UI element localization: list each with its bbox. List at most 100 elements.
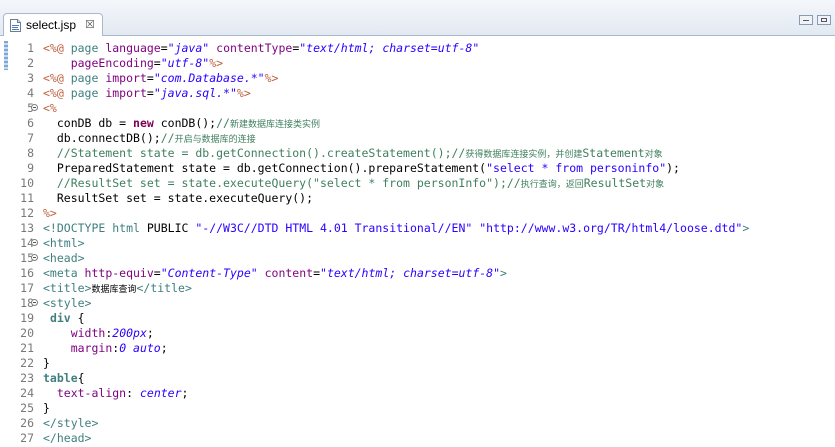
code-token: <style> [43,296,92,310]
code-token: } [43,401,50,415]
code-token: new [133,116,154,130]
line-number: 25 [20,401,34,415]
line-number: 12 [20,206,34,220]
line-number: 6 [27,116,34,130]
code-token: page [70,41,106,55]
code-token: %> [209,56,224,70]
code-line[interactable]: 17 <title>数据库查询</title> [0,281,835,296]
code-token: </title> [136,281,192,295]
code-token: language [105,41,161,55]
code-token: // [216,116,230,130]
code-token: <html> [43,236,85,250]
code-text: %> [43,206,57,221]
code-line[interactable]: 14 <html> [0,236,835,251]
line-number: 26 [20,416,34,430]
jsp-file-icon [10,18,21,32]
code-token: </style> [43,416,99,430]
code-token: import [105,71,147,85]
code-token: //Statement state = db.getConnection().c… [43,146,466,160]
code-token: conDB db = [43,116,134,130]
code-line[interactable]: 11 ResultSet set = state.executeQuery(); [0,191,835,206]
code-text: width:200px; [43,326,154,341]
code-line[interactable]: 25} [0,401,835,416]
code-line[interactable]: 6 conDB db = new conDB();//新建数据库连接类实例 [0,116,835,131]
code-token: 获得数据库连接实例，并创建 [465,150,583,160]
code-token: page [70,71,106,85]
fold-collapse-icon[interactable] [31,104,38,111]
fold-collapse-icon[interactable] [31,239,38,246]
code-line[interactable]: 27 </head> [0,431,835,446]
line-number: 11 [20,191,34,205]
code-token: table [43,371,78,385]
fold-collapse-icon[interactable] [31,299,38,306]
code-token: "-//W3C//DTD HTML 4.01 Transitional//EN" [195,221,473,235]
code-token: width [70,326,106,340]
line-number: 24 [20,386,34,400]
code-line[interactable]: 15 <head> [0,251,835,266]
code-text: PreparedStatement state = db.getConnecti… [43,161,680,176]
code-line[interactable]: 22} [0,356,835,371]
code-line[interactable]: 24 text-align: center; [0,386,835,401]
code-token: <%@ [43,71,71,85]
code-token: <head> [43,251,85,265]
code-line[interactable]: 18 <style> [0,296,835,311]
code-token: <title> [43,281,92,295]
code-token: = [146,86,154,100]
code-line[interactable]: 20 width:200px; [0,326,835,341]
code-token: : [126,386,140,400]
minimize-icon[interactable] [799,15,813,25]
line-number: 4 [27,86,34,100]
code-line[interactable]: 4 <%@ page import="java.sql.*"%> [0,86,835,101]
code-editor[interactable]: 1 <%@ page language="java" contentType="t… [0,36,835,447]
code-line[interactable]: 10 //ResultSet set = state.executeQuery(… [0,176,835,191]
code-token: "java.sql.*" [153,86,237,100]
code-text: pageEncoding="utf-8"%> [43,56,223,71]
code-line[interactable]: 9 PreparedStatement state = db.getConnec… [0,161,835,176]
close-icon[interactable]: ☒ [85,19,95,31]
code-token: 新建数据库连接类实例 [229,120,320,130]
code-line[interactable]: 16 <meta http-equiv="Content-Type" conten… [0,266,835,281]
code-line[interactable]: 3 <%@ page import="com.Database.*"%> [0,71,835,86]
code-token: %> [264,71,279,85]
code-token: ResultSet [583,176,647,190]
code-line[interactable]: 2 pageEncoding="utf-8"%> [0,56,835,71]
code-line[interactable]: 23 table{ [0,371,835,386]
code-token: </head> [43,431,92,445]
code-token: 开启与数据库的连接 [174,135,256,145]
code-token: import [105,86,147,100]
code-text: ResultSet set = state.executeQuery(); [43,191,313,206]
code-token: %> [43,206,57,220]
code-text: <%@ page language="java" contentType="te… [43,41,479,56]
code-line[interactable]: 21 margin:0 auto; [0,341,835,356]
code-token: ResultSet set = state.executeQuery(); [43,191,314,205]
code-line[interactable]: 8 //Statement state = db.getConnection()… [0,146,835,161]
code-token: PUBLIC [146,221,196,235]
code-line[interactable]: 12 %> [0,206,835,221]
tab-select-jsp[interactable]: select.jsp ☒ [3,13,103,36]
line-number: 17 [20,281,34,295]
line-number: 7 [27,131,34,145]
maximize-icon[interactable] [817,15,831,25]
code-token: <!DOCTYPE [43,221,113,235]
code-line[interactable]: 7 db.connectDB();//开启与数据库的连接 [0,131,835,146]
code-text: <style> [43,296,91,311]
line-number: 23 [20,371,34,385]
code-token: = [153,56,161,70]
code-line[interactable]: 5<% [0,101,835,116]
line-number: 10 [20,176,34,190]
code-token: { [70,311,85,325]
code-token: > [742,221,750,235]
editor-tab-bar: select.jsp ☒ [0,0,835,36]
code-line[interactable]: 1 <%@ page language="java" contentType="t… [0,41,835,56]
code-token: 0 auto [119,341,161,355]
code-token: center [139,386,182,400]
code-token: db.connectDB(); [43,131,161,145]
code-line[interactable]: 26 </style> [0,416,835,431]
code-token: //ResultSet set = state.executeQuery("se… [43,176,521,190]
fold-collapse-icon[interactable] [31,254,38,261]
code-line[interactable]: 13 <!DOCTYPE html PUBLIC "-//W3C//DTD HTM… [0,221,835,236]
code-line[interactable]: 19 div { [0,311,835,326]
code-token: = [153,266,161,280]
